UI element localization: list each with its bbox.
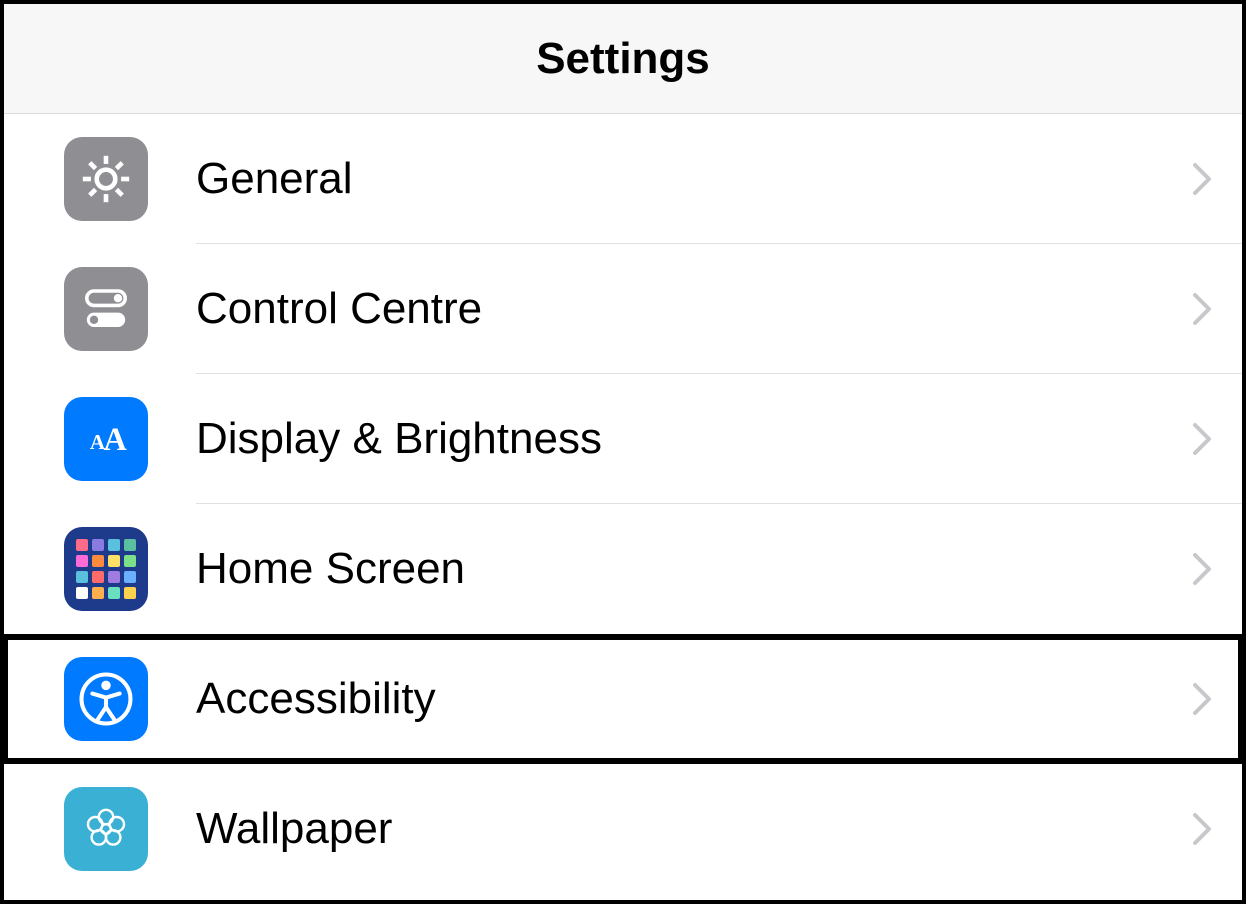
settings-row-general[interactable]: General: [4, 114, 1242, 244]
text-size-icon: A A: [64, 397, 148, 481]
settings-row-wallpaper[interactable]: Wallpaper: [4, 764, 1242, 894]
chevron-right-icon: [1192, 682, 1212, 716]
settings-header: Settings: [4, 4, 1242, 114]
home-grid-icon: [64, 527, 148, 611]
page-title: Settings: [536, 34, 710, 84]
toggles-icon: [64, 267, 148, 351]
settings-row-label: Home Screen: [196, 544, 1192, 594]
settings-row-label: Wallpaper: [196, 804, 1192, 854]
gear-icon: [64, 137, 148, 221]
settings-row-control-centre[interactable]: Control Centre: [4, 244, 1242, 374]
chevron-right-icon: [1192, 552, 1212, 586]
svg-text:A: A: [104, 421, 128, 457]
settings-row-label: Display & Brightness: [196, 414, 1192, 464]
chevron-right-icon: [1192, 292, 1212, 326]
settings-row-accessibility[interactable]: Accessibility: [0, 634, 1246, 764]
settings-row-label: General: [196, 154, 1192, 204]
chevron-right-icon: [1192, 812, 1212, 846]
chevron-right-icon: [1192, 422, 1212, 456]
settings-list: General Control Centre A A D: [4, 114, 1242, 894]
flower-icon: [64, 787, 148, 871]
settings-row-home-screen[interactable]: Home Screen: [4, 504, 1242, 634]
accessibility-icon: [64, 657, 148, 741]
settings-row-label: Accessibility: [196, 674, 1192, 724]
settings-row-label: Control Centre: [196, 284, 1192, 334]
chevron-right-icon: [1192, 162, 1212, 196]
settings-row-display-brightness[interactable]: A A Display & Brightness: [4, 374, 1242, 504]
